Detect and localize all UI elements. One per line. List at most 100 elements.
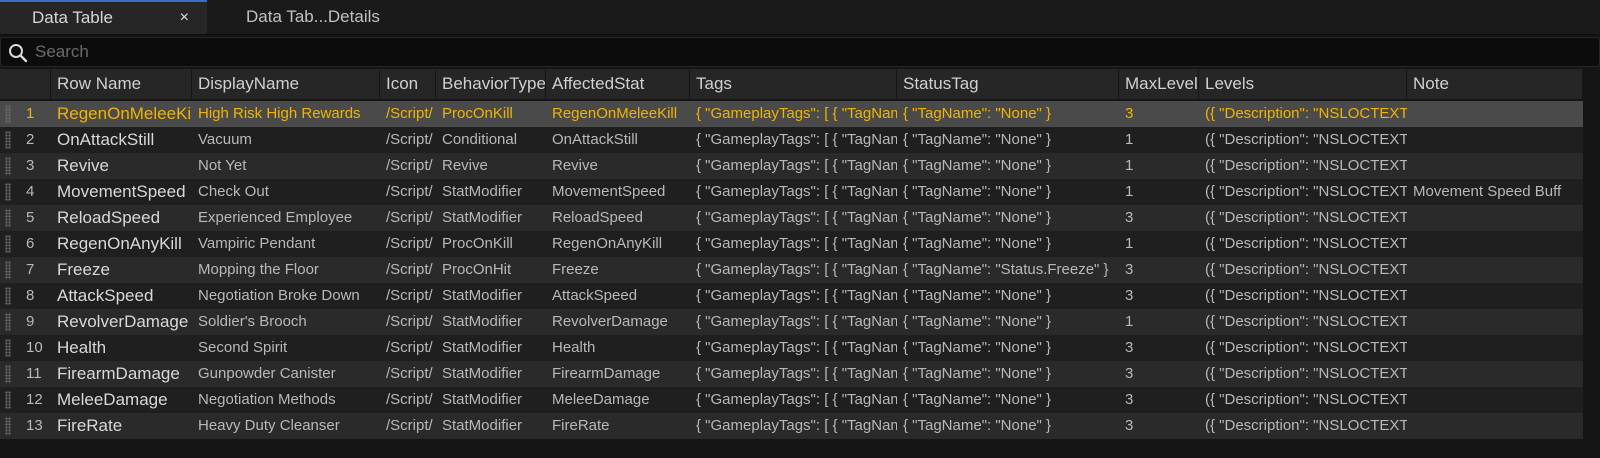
cell-max-level: 1 [1125,131,1134,148]
cell-display-name: Vacuum [198,131,252,148]
cell-levels: ({ "Description": "NSLOCTEXT [1205,391,1407,408]
table-row[interactable]: 4 MovementSpeed Check Out/Script/StatModif… [0,179,1600,205]
tab-data-table-details[interactable]: Data Tab...Details [246,0,380,34]
table-row[interactable]: 1 RegenOnMeleeKill High Risk High Rewards /… [0,101,1600,127]
cell-status-tag: { "TagName": "None" } [903,417,1052,434]
drag-handle-icon[interactable] [5,261,11,279]
table-row[interactable]: 10 Health Second Spirit/Script/StatModifie… [0,335,1600,361]
tab-data-table[interactable]: Data Table × [0,0,207,34]
search-input[interactable] [35,38,1575,66]
table-row[interactable]: 2 OnAttackStill Vacuum/Script/Conditional O… [0,127,1600,153]
drag-handle-icon[interactable] [5,365,11,383]
cell-note [1407,205,1583,231]
header-col-levels[interactable]: Levels [1199,69,1407,99]
cell-display-name: Soldier's Brooch [198,313,307,330]
drag-handle-icon[interactable] [5,183,11,201]
cell-behavior-type: Revive [442,157,488,174]
cell-index: 11 [26,365,42,382]
drag-handle-icon[interactable] [5,313,11,331]
header-col-behavior-type[interactable]: BehaviorType [436,69,546,99]
cell-affected-stat: MovementSpeed [552,183,666,200]
cell-tags: { "GameplayTags": [ { "TagName [696,183,897,200]
cell-tags: { "GameplayTags": [ { "TagName [696,391,897,408]
cell-affected-stat: ReloadSpeed [552,209,643,226]
cell-icon: /Script/ [386,365,433,382]
cell-tags: { "GameplayTags": [ { "TagName [696,105,897,122]
cell-behavior-type: ProcOnHit [442,261,512,278]
cell-note [1407,153,1583,179]
cell-row-name: MovementSpeed [57,182,186,201]
drag-handle-icon[interactable] [5,105,11,123]
drag-handle-icon[interactable] [5,157,11,175]
header-col-status-tag[interactable]: StatusTag [897,69,1119,99]
header-col-display-name[interactable]: DisplayName [192,69,380,99]
header-col-note[interactable]: Note [1407,69,1583,99]
cell-levels: ({ "Description": "NSLOCTEXT [1205,209,1407,226]
table-row[interactable]: 3 Revive Not Yet/Script/Revive Revive { "Gam… [0,153,1600,179]
cell-affected-stat: FirearmDamage [552,365,661,382]
drag-handle-icon[interactable] [5,131,11,149]
table-header: Row Name DisplayName Icon BehaviorType Affec… [0,69,1600,99]
cell-behavior-type: ProcOnKill [442,105,513,122]
cell-index: 1 [26,105,35,122]
drag-handle-icon[interactable] [5,417,11,435]
cell-max-level: 1 [1125,235,1134,252]
table-row[interactable]: 11 FirearmDamage Gunpowder Canister/Script… [0,361,1600,387]
cell-levels: ({ "Description": "NSLOCTEXT [1205,235,1407,252]
cell-behavior-type: StatModifier [442,391,523,408]
cell-note: Movement Speed Buff [1413,183,1562,200]
table-row[interactable]: 9 RevolverDamage Soldier's Brooch/Script/S… [0,309,1600,335]
header-col-row-name[interactable]: Row Name [51,69,192,99]
header-col-index[interactable] [0,69,51,99]
cell-row-name: FireRate [57,416,123,435]
cell-display-name: Negotiation Methods [198,391,336,408]
drag-handle-icon[interactable] [5,235,11,253]
drag-handle-icon[interactable] [5,287,11,305]
cell-affected-stat: Revive [552,157,598,174]
cell-affected-stat: RegenOnMeleeKill [552,105,678,122]
cell-note [1407,283,1583,309]
cell-max-level: 1 [1125,157,1134,174]
cell-behavior-type: ProcOnKill [442,235,513,252]
tab-label: Data Tab...Details [246,7,380,26]
cell-tags: { "GameplayTags": [ { "TagName [696,261,897,278]
cell-affected-stat: RegenOnAnyKill [552,235,663,252]
header-col-tags[interactable]: Tags [690,69,897,99]
table-row[interactable]: 8 AttackSpeed Negotiation Broke Down/Scrip… [0,283,1600,309]
cell-behavior-type: StatModifier [442,417,523,434]
cell-status-tag: { "TagName": "None" } [903,339,1052,356]
cell-index: 12 [26,391,43,408]
cell-row-name: OnAttackStill [57,130,155,149]
drag-handle-icon[interactable] [5,209,11,227]
cell-max-level: 3 [1125,339,1134,356]
table-row[interactable]: 7 Freeze Mopping the Floor/Script/ProcOnHi… [0,257,1600,283]
cell-index: 2 [26,131,35,148]
cell-display-name: Heavy Duty Cleanser [198,417,340,434]
cell-row-name: RegenOnAnyKill [57,234,182,253]
cell-levels: ({ "Description": "NSLOCTEXT [1205,313,1407,330]
header-col-max-level[interactable]: MaxLevel [1119,69,1199,99]
close-icon[interactable]: × [180,2,189,33]
cell-index: 10 [26,339,43,356]
cell-status-tag: { "TagName": "None" } [903,157,1052,174]
cell-note [1407,257,1583,283]
data-table-editor: Data Table × Data Tab...Details Row Name… [0,0,1600,458]
table-row[interactable]: 5 ReloadSpeed Experienced Employee/Script/… [0,205,1600,231]
tab-label: Data Table [32,8,113,27]
cell-status-tag: { "TagName": "None" } [903,131,1052,148]
header-col-icon[interactable]: Icon [380,69,436,99]
cell-row-name: MeleeDamage [57,390,168,409]
cell-levels: ({ "Description": "NSLOCTEXT [1205,417,1407,434]
table-row[interactable]: 12 MeleeDamage Negotiation Methods/Script/… [0,387,1600,413]
cell-display-name: Negotiation Broke Down [198,287,360,304]
header-col-affected-stat[interactable]: AffectedStat [546,69,690,99]
table-row[interactable]: 6 RegenOnAnyKill Vampiric Pendant/Script/P… [0,231,1600,257]
cell-status-tag: { "TagName": "None" } [903,183,1052,200]
drag-handle-icon[interactable] [5,339,11,357]
table-row[interactable]: 13 FireRate Heavy Duty Cleanser/Script/Sta… [0,413,1600,439]
cell-affected-stat: MeleeDamage [552,391,650,408]
cell-max-level: 3 [1125,105,1134,122]
drag-handle-icon[interactable] [5,391,11,409]
cell-max-level: 3 [1125,365,1134,382]
scroll-gutter [1583,69,1600,458]
